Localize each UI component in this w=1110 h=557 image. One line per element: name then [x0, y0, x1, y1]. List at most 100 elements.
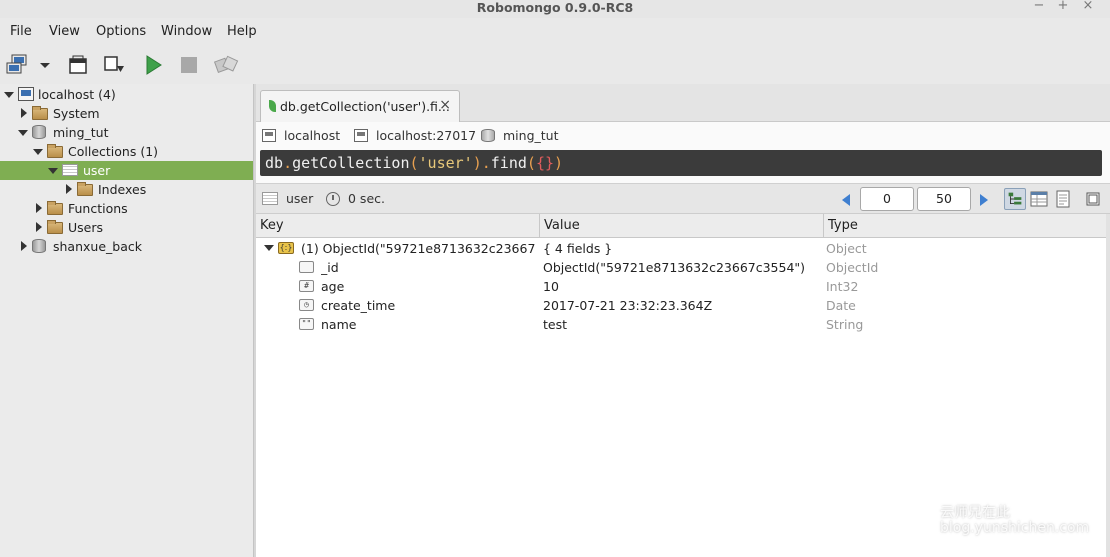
tree-item-label: Indexes: [98, 182, 147, 197]
tree-item-label: System: [53, 106, 100, 121]
chevron-right-icon[interactable]: [66, 184, 72, 194]
server-name: localhost: [284, 128, 341, 143]
cell-value: test: [543, 317, 568, 332]
cell-value: ObjectId("59721e8713632c23667c3554"): [543, 260, 806, 275]
query-panel: localhost localhost:27017 ming_tut db.ge…: [256, 122, 1110, 184]
code-token: .: [283, 154, 293, 172]
chevron-right-icon[interactable]: [21, 241, 27, 251]
chevron-right-icon[interactable]: [36, 222, 42, 232]
chevron-right-icon[interactable]: [36, 203, 42, 213]
close-tab-icon[interactable]: ×: [439, 97, 451, 113]
minimize-button[interactable]: −: [1032, 0, 1046, 14]
export-icon[interactable]: [103, 54, 125, 76]
cell-type: ObjectId: [826, 260, 879, 275]
table-row[interactable]: ◷ create_time 2017-07-21 23:32:23.364Z D…: [256, 296, 1106, 315]
code-token: ): [554, 154, 564, 172]
string-icon: "": [299, 318, 314, 330]
number-icon: #: [299, 280, 314, 292]
close-window-button[interactable]: ×: [1081, 0, 1095, 14]
table-row[interactable]: _id ObjectId("59721e8713632c23667c3554")…: [256, 258, 1106, 277]
open-shell-icon[interactable]: [67, 54, 89, 76]
tab-strip: db.getCollection('user').fi... ×: [256, 84, 1110, 122]
tree-item-users[interactable]: Users: [0, 218, 253, 237]
result-collection: user: [262, 191, 313, 206]
text-view-icon[interactable]: [1052, 188, 1074, 210]
column-header-type[interactable]: Type: [824, 214, 1106, 238]
code-token: ): [472, 154, 482, 172]
menu-window[interactable]: Window: [161, 24, 212, 39]
server-icon: [262, 129, 276, 142]
chevron-down-icon[interactable]: [18, 130, 28, 136]
tree-item-user[interactable]: user: [0, 161, 253, 180]
tree-view-icon[interactable]: [1004, 188, 1026, 210]
tree-item-label: Functions: [68, 201, 128, 216]
tree-item-system[interactable]: System: [0, 104, 253, 123]
cell-key: age: [321, 279, 345, 294]
menu-file[interactable]: File: [10, 24, 32, 39]
code-token: .: [481, 154, 491, 172]
code-token: db: [265, 154, 284, 172]
tab-label: db.getCollection('user').fi...: [280, 99, 450, 114]
folder-icon: [47, 144, 63, 158]
column-header-value[interactable]: Value: [540, 214, 824, 238]
clock-icon: [326, 192, 340, 206]
mongodb-leaf-icon: [269, 100, 276, 112]
maximize-button[interactable]: +: [1056, 0, 1070, 14]
cell-value: 2017-07-21 23:32:23.364Z: [543, 298, 713, 313]
menu-view[interactable]: View: [49, 24, 80, 39]
tree-item-label: shanxue_back: [53, 239, 142, 254]
maximize-results-icon[interactable]: [1084, 188, 1102, 210]
stop-icon[interactable]: [178, 54, 200, 76]
query-workspace: db.getCollection('user').fi... × localho…: [256, 84, 1110, 557]
limit-input[interactable]: 50: [917, 187, 971, 211]
previous-page-icon[interactable]: [842, 194, 850, 206]
chevron-down-icon[interactable]: [48, 168, 58, 174]
chevron-right-icon[interactable]: [21, 108, 27, 118]
code-token: (: [526, 154, 536, 172]
menu-help[interactable]: Help: [227, 24, 257, 39]
execute-icon[interactable]: [142, 54, 164, 76]
chevron-down-icon[interactable]: [4, 92, 14, 98]
cell-type: Date: [826, 298, 856, 313]
connect-icon[interactable]: [6, 54, 28, 76]
chevron-down-icon[interactable]: [264, 245, 274, 251]
chevron-down-icon[interactable]: [33, 149, 43, 155]
tab-query[interactable]: db.getCollection('user').fi... ×: [260, 90, 460, 122]
cell-type: String: [826, 317, 864, 332]
tree-item-functions[interactable]: Functions: [0, 199, 253, 218]
folder-icon: [47, 220, 63, 234]
table-row[interactable]: "" name test String: [256, 315, 1106, 334]
code-token: getCollection: [292, 154, 410, 172]
result-time: 0 sec.: [326, 191, 385, 206]
skip-input[interactable]: 0: [860, 187, 914, 211]
query-editor[interactable]: db.getCollection('user').find({}): [260, 150, 1102, 176]
code-token: (: [409, 154, 419, 172]
table-header: Key Value Type: [256, 214, 1106, 238]
tree-item-indexes[interactable]: Indexes: [0, 180, 253, 199]
table-row-document[interactable]: {:} (1) ObjectId("59721e8713632c23667c35…: [256, 239, 1106, 258]
tree-item-label: Collections (1): [68, 144, 159, 159]
dropdown-arrow-icon[interactable]: [38, 54, 52, 76]
window-title: Robomongo 0.9.0-RC8: [476, 0, 634, 15]
server-icon: [18, 87, 34, 101]
column-header-key[interactable]: Key: [256, 214, 540, 238]
title-bar: Robomongo 0.9.0-RC8 − + ×: [0, 0, 1110, 18]
tree-item-shanxue-back[interactable]: shanxue_back: [0, 237, 253, 256]
cell-key: (1) ObjectId("59721e8713632c23667c35...: [301, 241, 536, 256]
scrollbar[interactable]: [1106, 214, 1110, 557]
orientation-icon[interactable]: [214, 54, 240, 76]
menu-options[interactable]: Options: [96, 24, 146, 39]
table-row[interactable]: # age 10 Int32: [256, 277, 1106, 296]
tree-item-collections[interactable]: Collections (1): [0, 142, 253, 161]
collection-icon: [62, 164, 78, 176]
tree-item-localhost[interactable]: localhost (4): [0, 85, 253, 104]
tree-item-ming-tut[interactable]: ming_tut: [0, 123, 253, 142]
next-page-icon[interactable]: [980, 194, 988, 206]
tree-item-label: Users: [68, 220, 104, 235]
tree-item-label: ming_tut: [53, 125, 109, 140]
table-view-icon[interactable]: [1028, 188, 1050, 210]
collection-icon: [262, 192, 278, 205]
cell-type: Int32: [826, 279, 859, 294]
folder-icon: [32, 106, 48, 120]
breadcrumb-database: ming_tut: [481, 128, 558, 144]
